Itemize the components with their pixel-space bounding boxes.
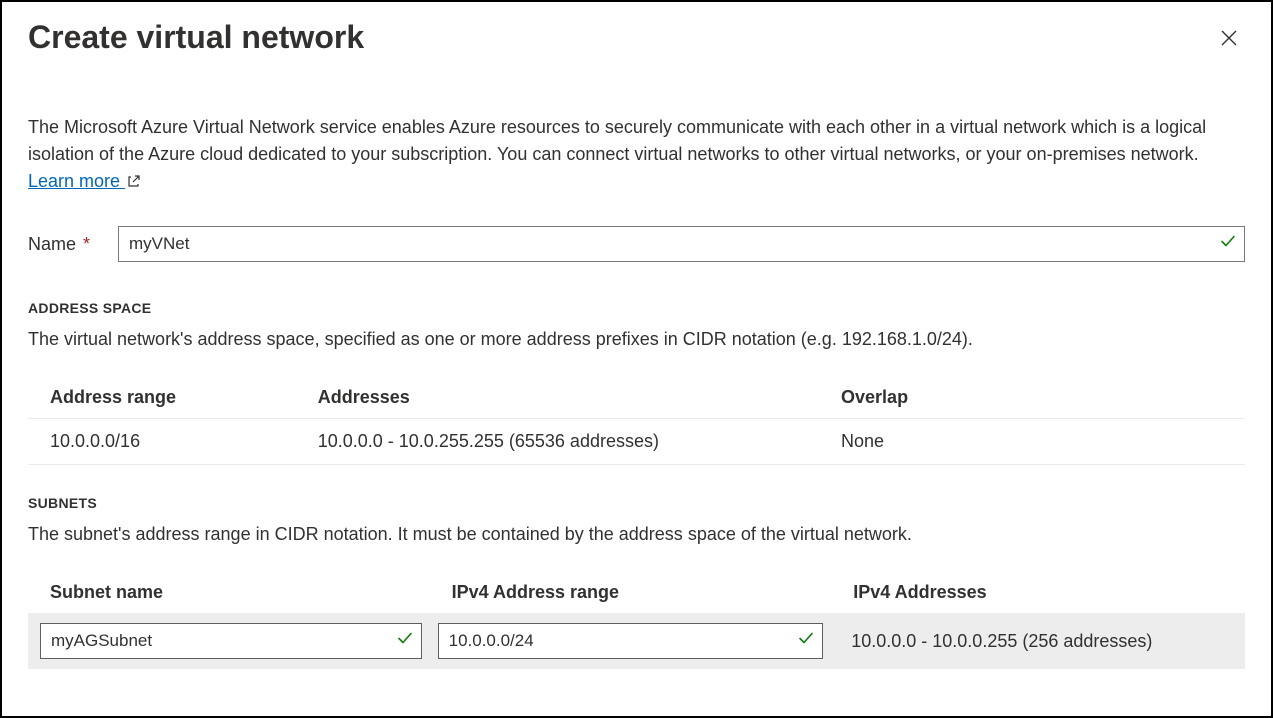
- col-overlap: Overlap: [819, 377, 1245, 419]
- cell-ipv4-addresses: 10.0.0.0 - 10.0.0.255 (256 addresses): [831, 613, 1245, 669]
- subnet-name-input[interactable]: [40, 623, 422, 659]
- name-input[interactable]: [118, 226, 1245, 262]
- col-ipv4-range: IPv4 Address range: [430, 572, 832, 613]
- subnet-addresses-text: 10.0.0.0 - 10.0.0.255 (256 addresses): [839, 631, 1152, 651]
- close-button[interactable]: [1213, 22, 1245, 54]
- cell-subnet-name: [28, 613, 430, 669]
- col-subnet-name: Subnet name: [28, 572, 430, 613]
- cell-overlap: None: [819, 419, 1245, 465]
- create-vnet-panel: Create virtual network The Microsoft Azu…: [0, 0, 1273, 718]
- subnets-table: Subnet name IPv4 Address range IPv4 Addr…: [28, 572, 1245, 669]
- address-space-table: Address range Addresses Overlap 10.0.0.0…: [28, 377, 1245, 465]
- external-link-icon: [127, 169, 141, 196]
- cell-address-range: 10.0.0.0/16: [28, 419, 296, 465]
- subnet-range-input[interactable]: [438, 623, 824, 659]
- intro-text: The Microsoft Azure Virtual Network serv…: [28, 114, 1245, 196]
- required-marker: *: [83, 234, 90, 254]
- panel-header: Create virtual network: [28, 18, 1245, 96]
- cell-addresses: 10.0.0.0 - 10.0.255.255 (65536 addresses…: [296, 419, 819, 465]
- table-row: 10.0.0.0/16 10.0.0.0 - 10.0.255.255 (655…: [28, 419, 1245, 465]
- col-address-range: Address range: [28, 377, 296, 419]
- name-field-row: Name *: [28, 226, 1245, 262]
- page-title: Create virtual network: [28, 18, 364, 56]
- subnets-heading: SUBNETS: [28, 495, 1245, 511]
- close-icon: [1219, 28, 1239, 48]
- address-space-heading: ADDRESS SPACE: [28, 300, 1245, 316]
- table-header-row: Subnet name IPv4 Address range IPv4 Addr…: [28, 572, 1245, 613]
- table-header-row: Address range Addresses Overlap: [28, 377, 1245, 419]
- intro-body: The Microsoft Azure Virtual Network serv…: [28, 117, 1206, 164]
- subnets-description: The subnet's address range in CIDR notat…: [28, 521, 1245, 548]
- learn-more-label: Learn more: [28, 171, 120, 191]
- address-space-description: The virtual network's address space, spe…: [28, 326, 1245, 353]
- col-addresses: Addresses: [296, 377, 819, 419]
- col-ipv4-addresses: IPv4 Addresses: [831, 572, 1245, 613]
- cell-ipv4-range: [430, 613, 832, 669]
- table-row: 10.0.0.0 - 10.0.0.255 (256 addresses): [28, 613, 1245, 669]
- name-label: Name *: [28, 234, 118, 255]
- name-input-wrap: [118, 226, 1245, 262]
- learn-more-link[interactable]: Learn more: [28, 171, 141, 191]
